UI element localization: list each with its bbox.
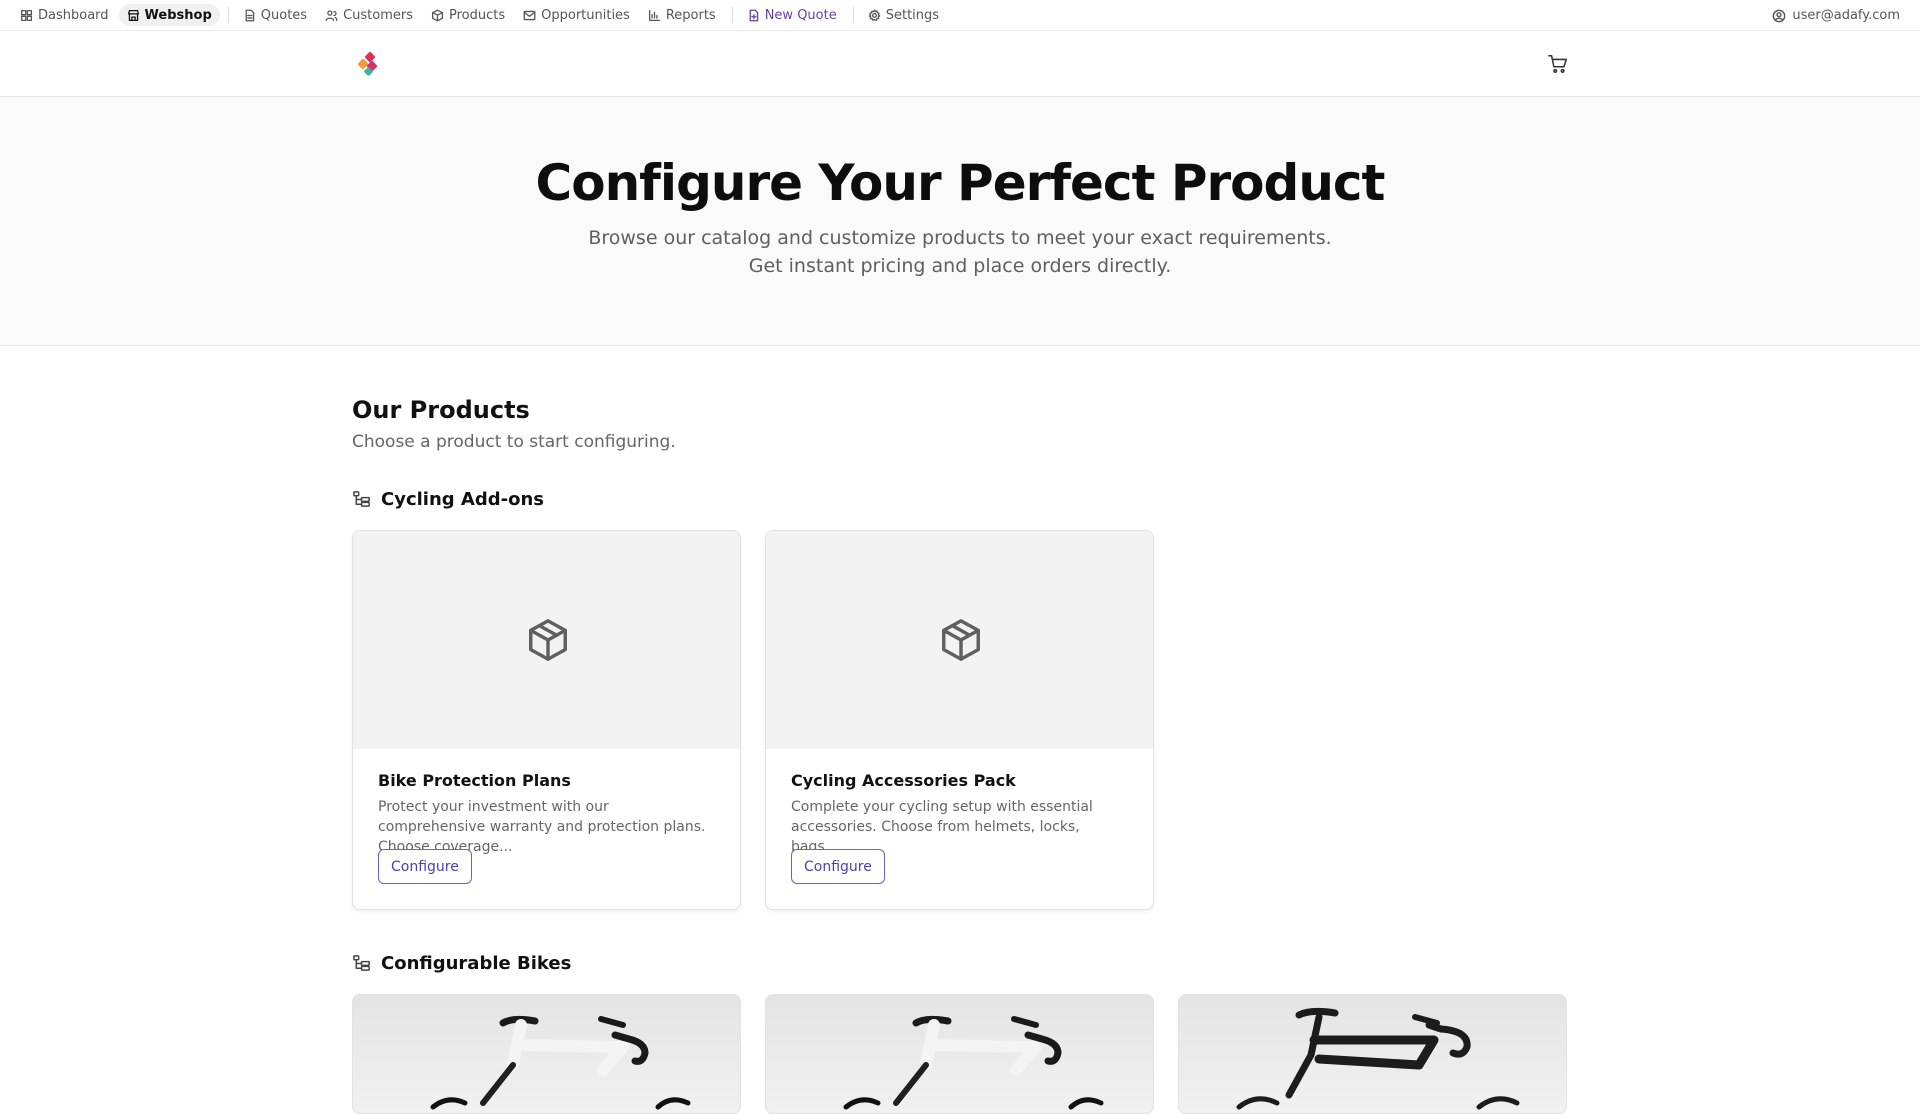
product-title: Bike Protection Plans	[378, 771, 571, 790]
product-image-placeholder	[353, 531, 740, 749]
bike-image	[430, 1015, 691, 1110]
store-icon	[127, 9, 139, 21]
document-icon	[245, 9, 254, 21]
product-image-placeholder	[766, 531, 1153, 749]
bike-image	[843, 1015, 1104, 1110]
nav-divider	[227, 7, 229, 23]
brand-logo[interactable]	[355, 52, 381, 78]
nav-quotes[interactable]: Quotes	[235, 4, 315, 26]
configure-button[interactable]: Configure	[791, 849, 885, 884]
product-card[interactable]	[765, 994, 1154, 1114]
nav-reports[interactable]: Reports	[640, 4, 724, 26]
cart-button[interactable]	[1547, 53, 1569, 75]
nav-dashboard-label: Dashboard	[38, 7, 109, 23]
nav-new-quote-label: New Quote	[764, 7, 837, 23]
product-description: Protect your investment with our compreh…	[378, 799, 706, 855]
product-card[interactable]: Cycling Accessories Pack Complete your c…	[765, 530, 1154, 910]
nav-customers[interactable]: Customers	[317, 4, 421, 26]
category-name: Cycling Add-ons	[381, 489, 544, 510]
user-menu[interactable]: user@adafy.com	[1772, 0, 1900, 31]
nav-opportunities[interactable]: Opportunities	[515, 4, 638, 26]
product-card[interactable]	[352, 994, 741, 1114]
box-icon	[431, 9, 444, 21]
nav-opportunities-label: Opportunities	[541, 7, 630, 23]
grid-icon	[20, 9, 33, 21]
package-icon	[528, 619, 567, 661]
users-icon	[325, 9, 338, 21]
nav-products-label: Products	[448, 7, 506, 23]
folder-tree-icon	[353, 491, 370, 507]
category-name: Configurable Bikes	[381, 953, 572, 974]
nav-webshop[interactable]: Webshop	[118, 4, 220, 26]
products-subtitle: Choose a product to start configuring.	[352, 432, 676, 452]
folder-tree-icon	[353, 955, 370, 971]
gear-icon	[868, 9, 880, 21]
mail-icon	[523, 10, 536, 20]
file-plus-icon	[749, 9, 758, 21]
nav-reports-label: Reports	[665, 7, 716, 23]
nav-dashboard[interactable]: Dashboard	[12, 4, 117, 26]
shop-header	[0, 31, 1920, 97]
hero-section: Configure Your Perfect Product Browse ou…	[0, 97, 1920, 346]
nav-new-quote[interactable]: New Quote	[739, 4, 845, 26]
hero-subtitle-line2: Get instant pricing and place orders dir…	[748, 255, 1172, 277]
bike-image	[1236, 1007, 1520, 1110]
nav-quotes-label: Quotes	[260, 7, 308, 23]
hero-subtitle-line1: Browse our catalog and customize product…	[588, 227, 1332, 249]
package-icon	[941, 619, 980, 661]
category-heading: Configurable Bikes	[352, 953, 571, 974]
nav-products[interactable]: Products	[423, 4, 513, 26]
hero-title: Configure Your Perfect Product	[535, 154, 1386, 212]
product-card[interactable]	[1178, 994, 1567, 1114]
nav-divider	[731, 7, 733, 23]
nav-settings[interactable]: Settings	[860, 4, 947, 26]
nav-settings-label: Settings	[885, 7, 940, 23]
product-title: Cycling Accessories Pack	[791, 771, 1016, 790]
category-heading: Cycling Add-ons	[352, 489, 544, 510]
product-card[interactable]: Bike Protection Plans Protect your inves…	[352, 530, 741, 910]
bar-chart-icon	[648, 9, 660, 21]
cart-icon	[1548, 54, 1568, 73]
user-circle-icon	[1772, 9, 1786, 22]
nav-divider	[852, 7, 854, 23]
top-nav: Dashboard Webshop Quotes Customers Produ…	[0, 0, 1920, 31]
user-email: user@adafy.com	[1792, 8, 1900, 23]
product-description: Complete your cycling setup with essenti…	[791, 799, 1093, 855]
products-title: Our Products	[352, 396, 530, 424]
configure-button[interactable]: Configure	[378, 849, 472, 884]
nav-customers-label: Customers	[343, 7, 413, 23]
nav-webshop-label: Webshop	[144, 7, 212, 23]
